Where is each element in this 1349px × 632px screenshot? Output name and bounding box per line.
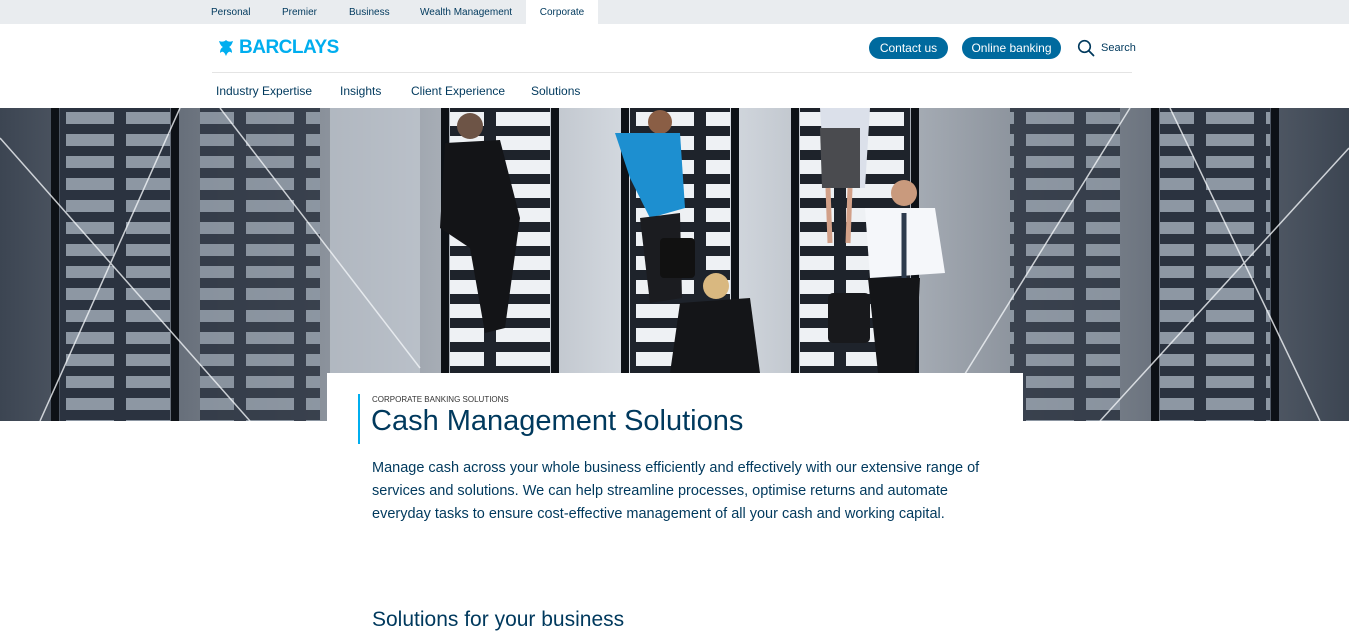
search-icon <box>1077 39 1095 57</box>
search-button[interactable]: Search <box>1077 39 1136 57</box>
nav-item-client-experience[interactable]: Client Experience <box>411 84 505 98</box>
segment-bar: Personal Premier Business Wealth Managem… <box>0 0 1349 24</box>
eagle-icon <box>219 40 233 56</box>
nav-item-solutions[interactable]: Solutions <box>531 84 580 98</box>
title-accent-bar <box>358 394 360 444</box>
logo-wordmark: BARCLAYS <box>239 37 339 58</box>
segment-link-corporate[interactable]: Corporate <box>526 0 598 24</box>
section-heading: Solutions for your business <box>372 608 625 631</box>
segment-link-business[interactable]: Business <box>349 0 390 24</box>
search-label: Search <box>1101 42 1136 54</box>
segment-link-wealth-management[interactable]: Wealth Management <box>420 0 512 24</box>
segment-link-premier[interactable]: Premier <box>282 0 317 24</box>
intro-paragraph: Manage cash across your whole business e… <box>372 460 980 522</box>
nav-item-industry-expertise[interactable]: Industry Expertise <box>216 84 312 98</box>
barclays-logo[interactable]: BARCLAYS <box>216 37 339 59</box>
segment-link-personal[interactable]: Personal <box>211 0 250 24</box>
contact-us-button[interactable]: Contact us <box>869 37 948 59</box>
eyebrow-label: CORPORATE BANKING SOLUTIONS <box>372 395 509 404</box>
page-title: Cash Management Solutions <box>371 405 744 437</box>
header-divider <box>212 72 1132 73</box>
online-banking-button[interactable]: Online banking <box>962 37 1061 59</box>
nav-item-insights[interactable]: Insights <box>340 84 381 98</box>
